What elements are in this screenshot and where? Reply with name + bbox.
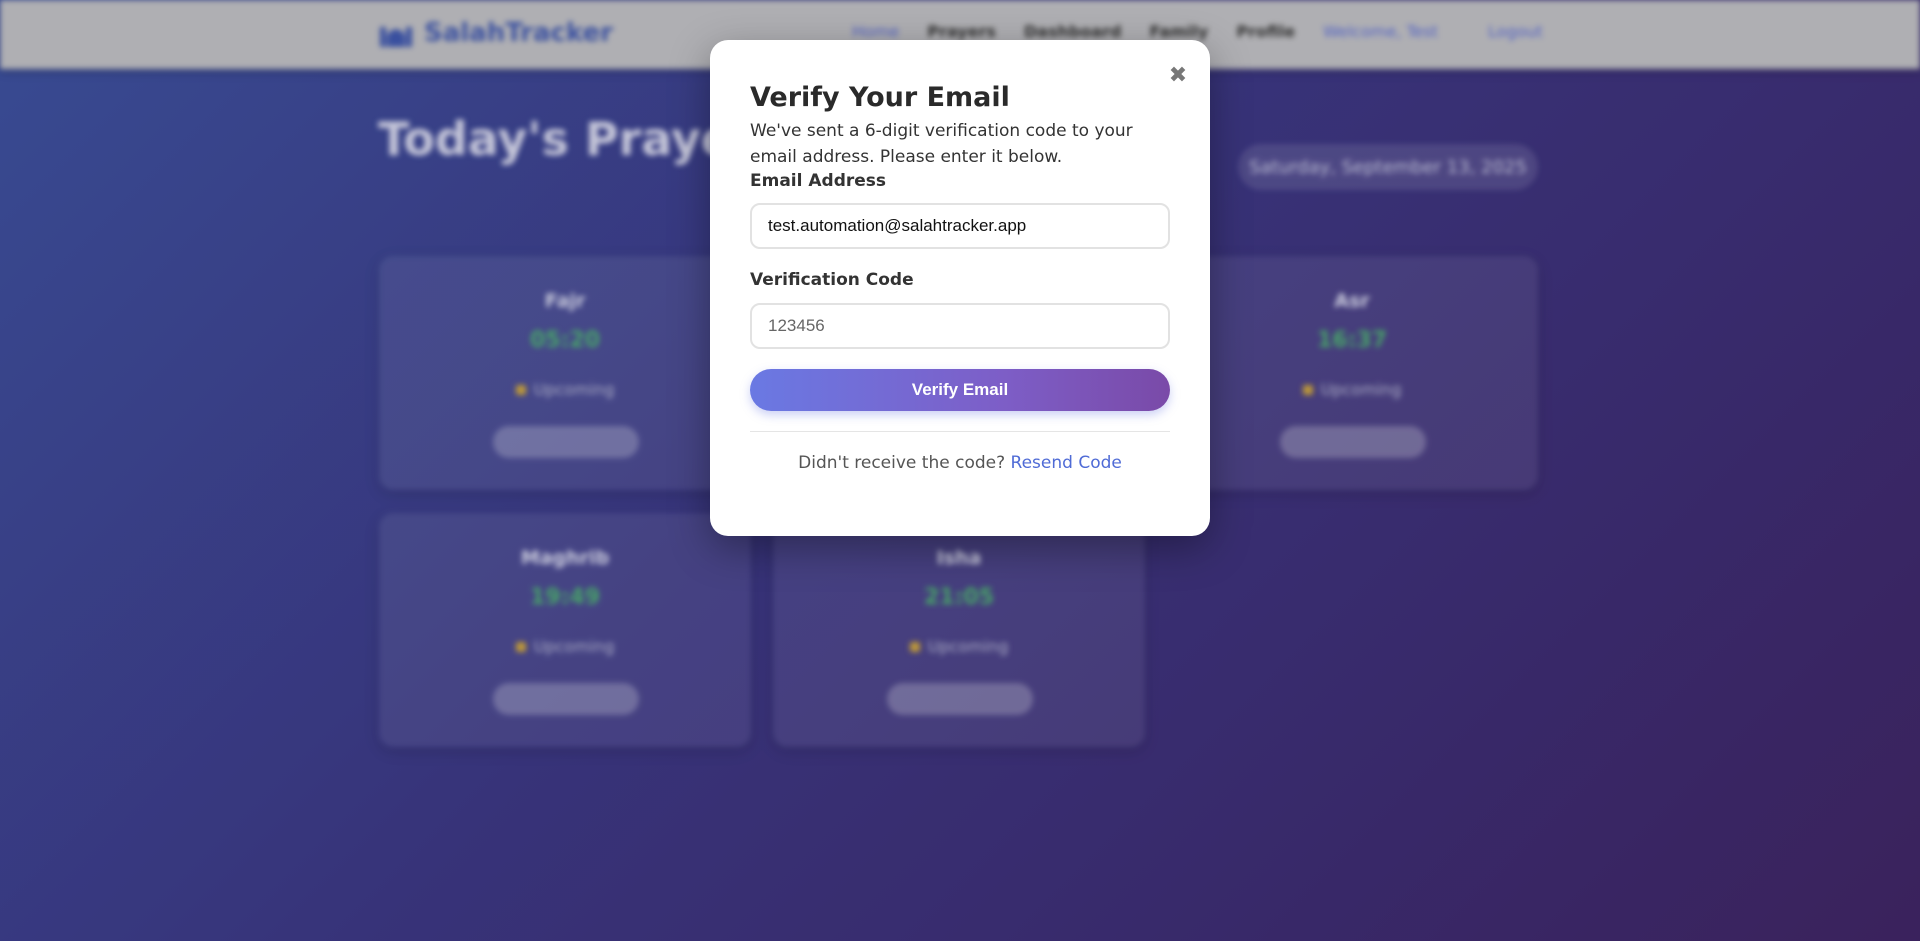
modal-description: We've sent a 6-digit verification code t… — [750, 121, 1133, 167]
email-field[interactable] — [750, 203, 1170, 249]
divider — [750, 431, 1170, 432]
modal-title: Verify Your Email — [750, 82, 1010, 113]
verification-code-input[interactable] — [750, 303, 1170, 349]
close-icon[interactable]: ✖ — [1164, 62, 1192, 90]
email-label: Email Address — [750, 171, 887, 191]
resend-code-link[interactable]: Resend Code — [1011, 453, 1122, 473]
verification-code-label: Verification Code — [750, 270, 914, 290]
verify-email-modal: ✖ Verify Your Email We've sent a 6-digit… — [710, 40, 1210, 536]
resend-line: Didn't receive the code? Resend Code — [710, 453, 1210, 473]
resend-prompt: Didn't receive the code? — [798, 453, 1006, 473]
verify-email-button[interactable]: Verify Email — [750, 369, 1170, 411]
